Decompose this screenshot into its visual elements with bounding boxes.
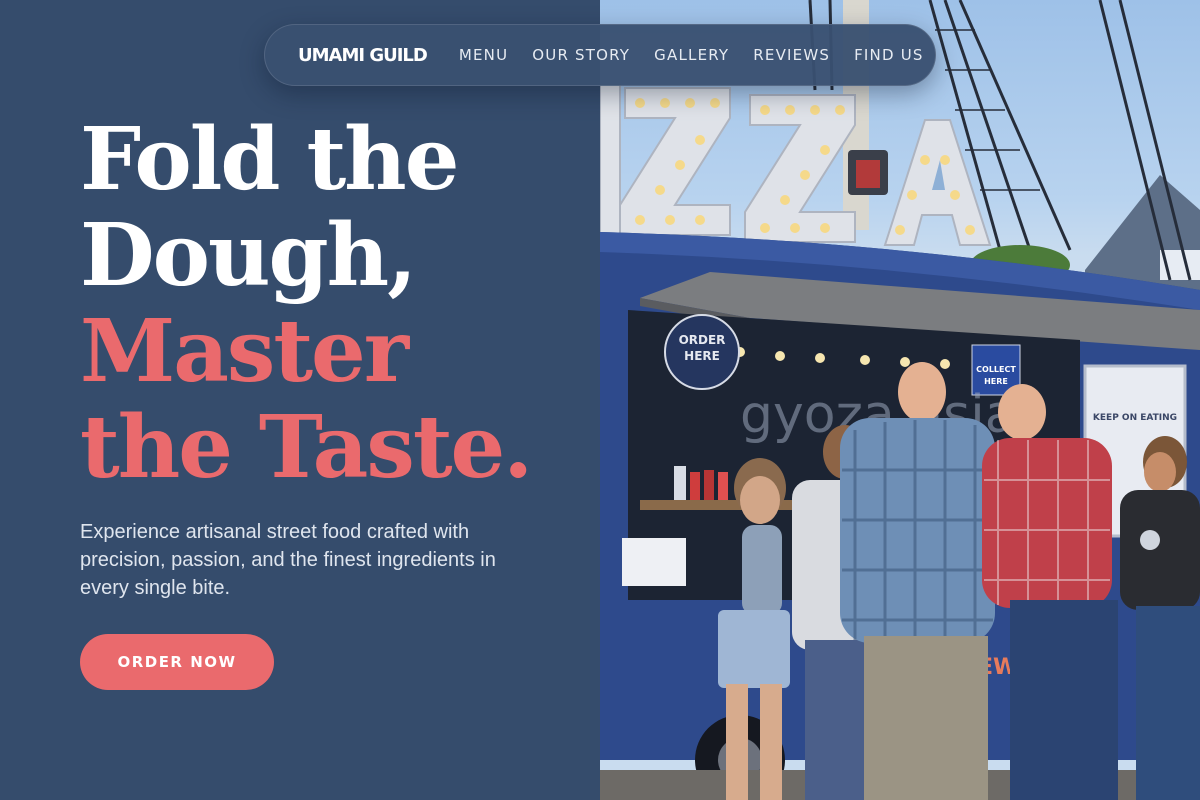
headline-line-3: Master [80, 301, 409, 402]
collect-sign-line-1: COLLECT [976, 365, 1016, 374]
hero-panel: Fold the Dough, Master the Taste. Experi… [0, 0, 600, 800]
nav-link-gallery[interactable]: GALLERY [654, 46, 729, 64]
nav-links: MENU OUR STORY GALLERY REVIEWS FIND US [459, 46, 924, 64]
nav-link-find-us[interactable]: FIND US [854, 46, 924, 64]
hero-subtext: Experience artisanal street food crafted… [80, 521, 496, 599]
hero-headline: Fold the Dough, Master the Taste. [80, 109, 533, 498]
top-navbar: UMAMI GUILD MENU OUR STORY GALLERY REVIE… [264, 24, 936, 86]
order-sign-line-1: ORDER [679, 333, 726, 347]
food-truck-illustration: ORDER HERE COLLECT HERE gyoza asia KEEP … [600, 0, 1200, 800]
nav-link-our-story[interactable]: OUR STORY [532, 46, 630, 64]
hero-photo: ORDER HERE COLLECT HERE gyoza asia KEEP … [600, 0, 1200, 800]
headline-line-1: Fold the [80, 109, 459, 210]
poster-text: KEEP ON EATING [1093, 413, 1177, 423]
order-sign-line-2: HERE [684, 349, 720, 363]
marquee-sign [600, 84, 992, 246]
headline-line-4: the Taste. [80, 397, 533, 498]
order-now-button[interactable]: ORDER NOW [80, 634, 274, 690]
brand-logo[interactable]: UMAMI GUILD [298, 45, 428, 66]
headline-line-2: Dough, [80, 205, 417, 306]
paper-menu [622, 538, 686, 586]
nav-link-menu[interactable]: MENU [459, 46, 508, 64]
nav-link-reviews[interactable]: REVIEWS [753, 46, 830, 64]
